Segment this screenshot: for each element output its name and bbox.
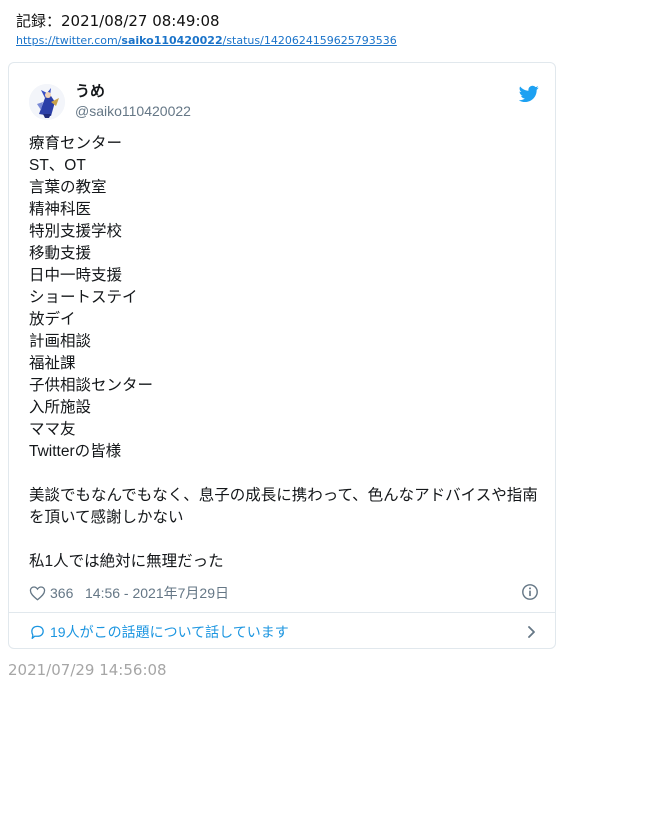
- conversation-text: 19人がこの話題について話しています: [50, 624, 289, 640]
- tweet-line: ママ友: [29, 421, 76, 438]
- display-name[interactable]: うめ: [75, 82, 191, 102]
- heart-icon[interactable]: [29, 585, 46, 601]
- record-title: 記録：2021/08/27 08:49:08: [16, 12, 220, 30]
- tweet-line: 精神科医: [29, 201, 92, 218]
- tweet-line: ST、OT: [29, 157, 86, 174]
- avatar[interactable]: [29, 84, 65, 120]
- speech-bubble-icon: [31, 625, 44, 640]
- tweet-line: 子供相談センター: [29, 377, 154, 394]
- tweet-line: 入所施設: [29, 399, 92, 416]
- tweet-source-link[interactable]: https://twitter.com/saiko110420022/statu…: [16, 34, 636, 48]
- like-count[interactable]: 366: [50, 584, 73, 602]
- tweet-line: 特別支援学校: [29, 223, 123, 240]
- url-prefix: https://twitter.com/: [16, 34, 122, 47]
- tweet-line: Twitterの皆様: [29, 443, 122, 460]
- divider: [9, 612, 555, 613]
- tweet-header: うめ @saiko110420022: [29, 81, 539, 123]
- tweet-line: 日中一時支援: [29, 267, 123, 284]
- tweet-text: 療育センター ST、OT 言葉の教室 精神科医 特別支援学校 移動支援 日中一時…: [29, 133, 539, 573]
- tweet-line: 美談でもなんでもなく、息子の成長に携わって、色んなアドバイスや指南を頂いて感謝し…: [29, 487, 538, 526]
- tweet-card: うめ @saiko110420022 療育センター ST、OT 言葉の教室 精神…: [8, 62, 556, 649]
- tweet-timestamp[interactable]: 14:56 - 2021年7月29日: [85, 584, 229, 602]
- info-icon[interactable]: [521, 583, 539, 601]
- user-handle[interactable]: @saiko110420022: [75, 102, 191, 120]
- url-suffix: /status/1420624159625793536: [222, 34, 397, 47]
- tweet-meta: 366 14:56 - 2021年7月29日: [29, 583, 539, 603]
- avatar-illustration: [29, 84, 65, 120]
- tweet-line: 福祉課: [29, 355, 76, 372]
- tweet-line: 移動支援: [29, 245, 92, 262]
- tweet-line: 言葉の教室: [29, 179, 107, 196]
- tweet-line: 私1人では絶対に無理だった: [29, 553, 224, 570]
- tweet-line: 療育センター: [29, 135, 123, 152]
- conversation-link[interactable]: 19人がこの話題について話しています: [29, 621, 539, 643]
- chevron-right-icon: [528, 626, 535, 638]
- url-user: saiko110420022: [121, 34, 223, 47]
- author-block[interactable]: うめ @saiko110420022: [75, 82, 191, 120]
- record-header: 記録：2021/08/27 08:49:08 https://twitter.c…: [16, 11, 636, 48]
- tweet-line: 計画相談: [29, 333, 92, 350]
- tweet-line: 放デイ: [29, 311, 76, 328]
- archived-timestamp: 2021/07/29 14:56:08: [8, 661, 167, 679]
- tweet-line: ショートステイ: [29, 289, 138, 306]
- twitter-bird-icon[interactable]: [519, 85, 539, 103]
